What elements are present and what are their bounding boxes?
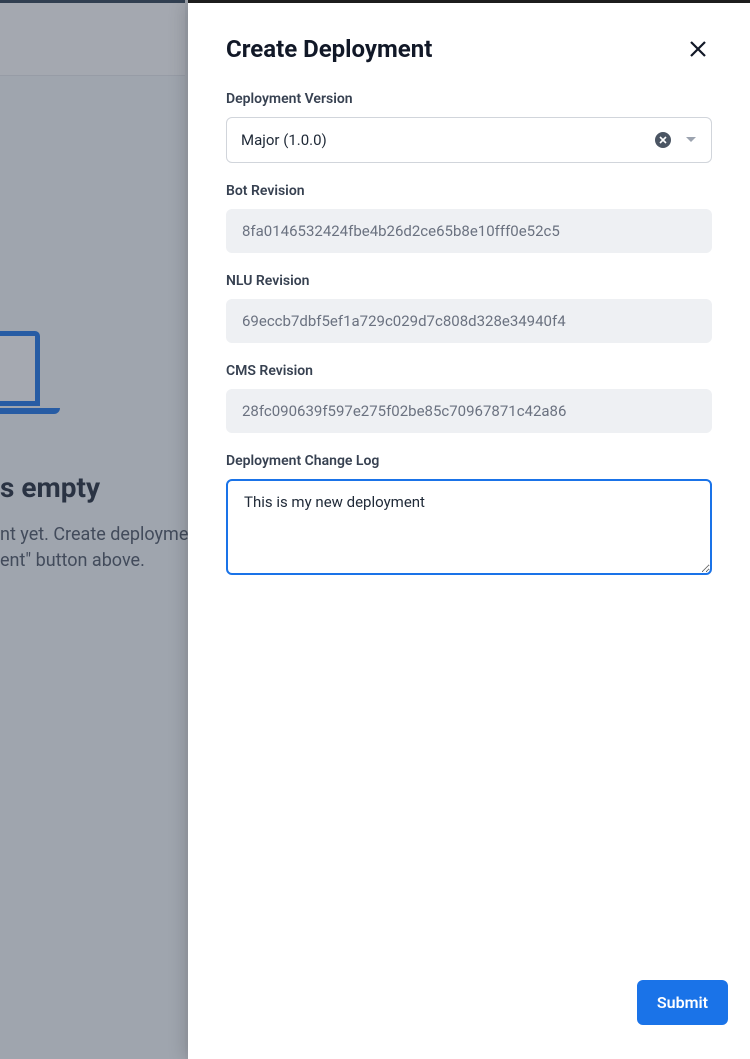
cms-revision-label: CMS Revision xyxy=(226,363,712,379)
create-deployment-panel: Create Deployment Deployment Version Maj… xyxy=(188,3,750,1059)
deployment-version-value: Major (1.0.0) xyxy=(241,131,655,149)
chevron-down-icon xyxy=(685,136,697,144)
panel-header: Create Deployment xyxy=(188,3,750,71)
nlu-revision-input xyxy=(226,299,712,343)
panel-title: Create Deployment xyxy=(226,35,432,63)
bot-revision-label: Bot Revision xyxy=(226,183,712,199)
bot-revision-field: Bot Revision xyxy=(226,183,712,253)
change-log-input[interactable] xyxy=(226,479,712,575)
bot-revision-input xyxy=(226,209,712,253)
change-log-label: Deployment Change Log xyxy=(226,453,712,469)
deployment-version-label: Deployment Version xyxy=(226,91,712,107)
clear-selection-icon[interactable] xyxy=(655,132,671,148)
deployment-version-select[interactable]: Major (1.0.0) xyxy=(226,117,712,163)
change-log-field: Deployment Change Log xyxy=(226,453,712,579)
close-button[interactable] xyxy=(684,35,712,63)
nlu-revision-field: NLU Revision xyxy=(226,273,712,343)
close-icon xyxy=(689,40,707,58)
submit-button[interactable]: Submit xyxy=(637,980,728,1025)
cms-revision-field: CMS Revision xyxy=(226,363,712,433)
cms-revision-input xyxy=(226,389,712,433)
panel-body: Deployment Version Major (1.0.0) Bot Rev… xyxy=(188,71,750,962)
panel-footer: Submit xyxy=(188,962,750,1059)
deployment-version-field: Deployment Version Major (1.0.0) xyxy=(226,91,712,163)
nlu-revision-label: NLU Revision xyxy=(226,273,712,289)
